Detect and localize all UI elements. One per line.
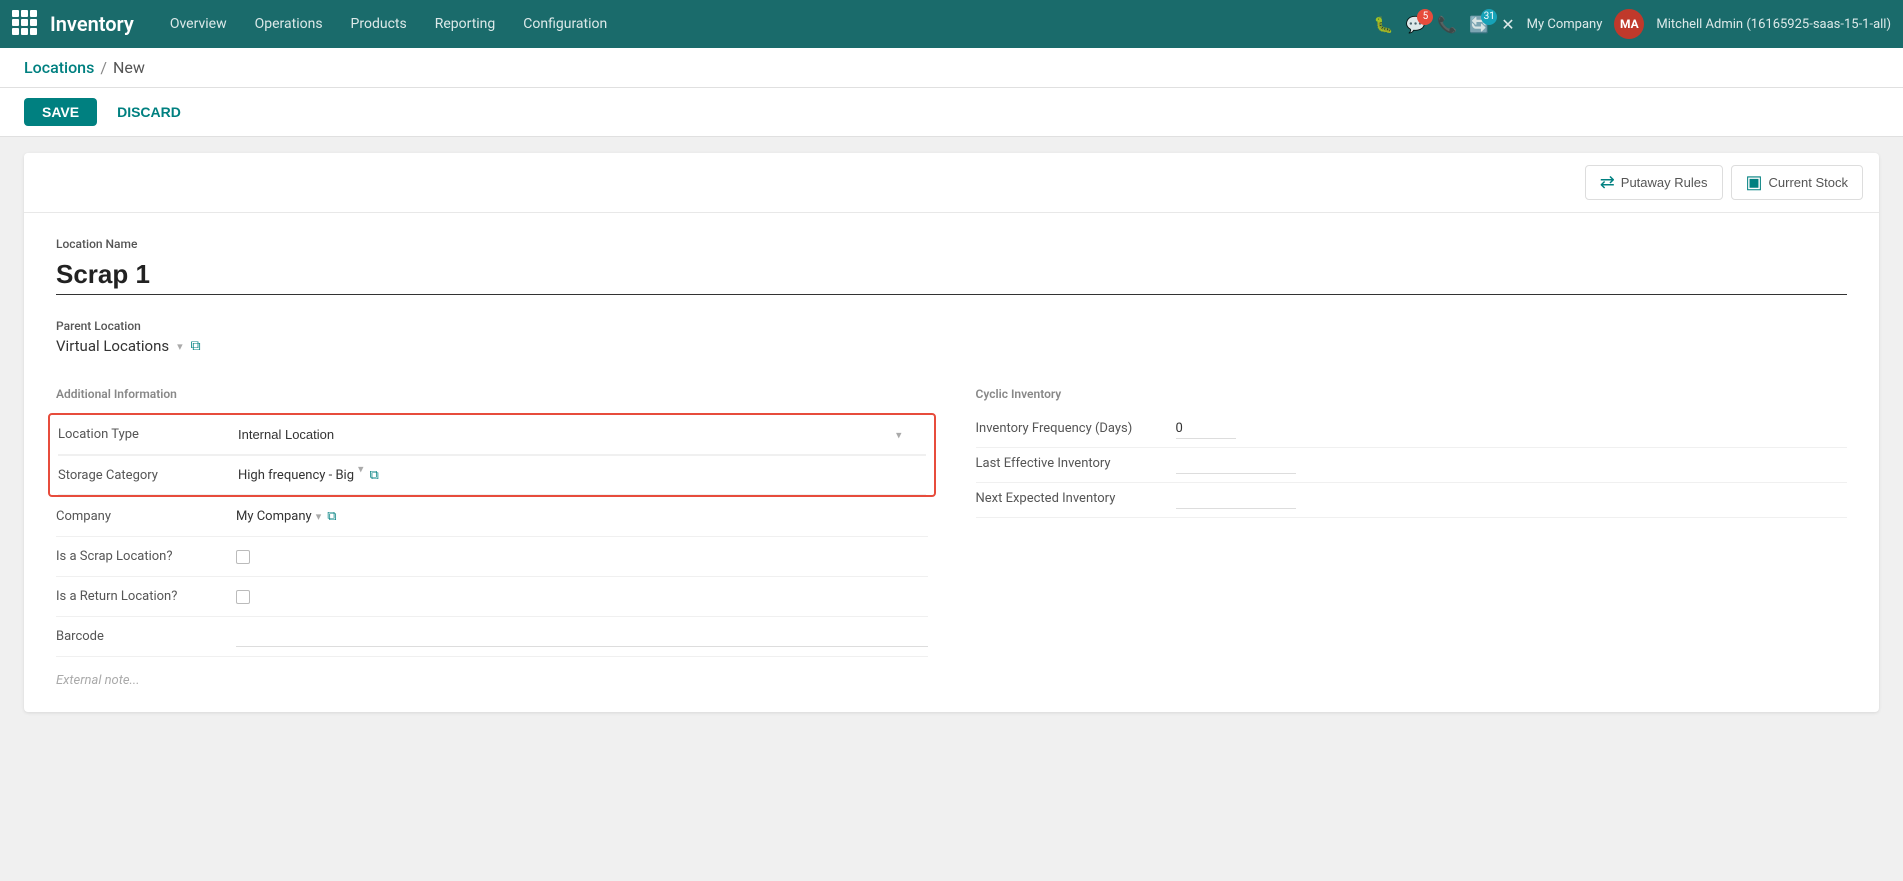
nav-operations[interactable]: Operations (243, 10, 335, 38)
nav-right: 🐛 💬 5 📞 🔄 31 ✕ My Company MA Mitchell Ad… (1374, 9, 1891, 39)
parent-location-external-link-icon[interactable]: ⧉ (191, 338, 201, 354)
return-location-label: Is a Return Location? (56, 589, 236, 604)
form-body: Location Name Parent Location Virtual Lo… (24, 213, 1879, 712)
col-left: Additional Information Location Type Int… (56, 387, 928, 688)
last-effective-inventory-label: Last Effective Inventory (976, 456, 1176, 471)
inventory-frequency-value: 0 (1176, 421, 1236, 439)
refresh-badge: 31 (1481, 9, 1497, 25)
highlighted-fields-group: Location Type Internal Location View Rec… (48, 413, 936, 497)
storage-category-label: Storage Category (58, 468, 238, 483)
company-field: Company My Company ▾ ⧉ (56, 497, 928, 537)
current-stock-label: Current Stock (1769, 175, 1848, 190)
company-name[interactable]: My Company (1527, 17, 1603, 32)
company-external-link-icon[interactable]: ⧉ (327, 509, 336, 524)
barcode-label: Barcode (56, 629, 236, 644)
nav-menu: Overview Operations Products Reporting C… (158, 10, 1374, 38)
additional-info-title: Additional Information (56, 387, 928, 401)
scrap-location-label: Is a Scrap Location? (56, 549, 236, 564)
form-card: ⇄ Putaway Rules ▣ Current Stock Location… (24, 153, 1879, 712)
next-expected-inventory-field: Next Expected Inventory (976, 483, 1848, 518)
location-type-field: Location Type Internal Location View Rec… (58, 415, 926, 455)
location-type-select[interactable]: Internal Location View Reception Storage… (238, 425, 926, 444)
user-name[interactable]: Mitchell Admin (16165925-saas-15-1-all) (1656, 17, 1891, 32)
location-type-select-wrapper: Internal Location View Reception Storage… (238, 425, 926, 444)
top-nav: Inventory Overview Operations Products R… (0, 0, 1903, 48)
breadcrumb-parent[interactable]: Locations (24, 58, 94, 77)
company-value[interactable]: My Company (236, 509, 312, 524)
inventory-frequency-label: Inventory Frequency (Days) (976, 421, 1176, 436)
breadcrumb-separator: / (100, 58, 107, 77)
return-location-checkbox[interactable] (236, 590, 250, 604)
parent-location-value: Virtual Locations ▾ ⧉ (56, 337, 1847, 355)
action-bar: SAVE DISCARD (0, 88, 1903, 137)
barcode-field: Barcode (56, 617, 928, 657)
current-stock-icon: ▣ (1746, 172, 1763, 193)
bug-icon[interactable]: 🐛 (1374, 15, 1394, 34)
scrap-location-field: Is a Scrap Location? (56, 537, 928, 577)
storage-category-select-wrapper: High frequency - Big ▾ ⧉ (238, 468, 926, 483)
app-brand[interactable]: Inventory (50, 12, 134, 36)
external-note-area[interactable]: External note... (56, 673, 928, 688)
col-right: Cyclic Inventory Inventory Frequency (Da… (976, 387, 1848, 688)
save-button[interactable]: SAVE (24, 98, 97, 126)
parent-location-label: Parent Location (56, 319, 1847, 333)
breadcrumb: Locations / New (0, 48, 1903, 88)
chat-icon[interactable]: 💬 5 (1406, 15, 1426, 34)
company-select-wrapper: My Company ▾ ⧉ (236, 509, 928, 524)
nav-overview[interactable]: Overview (158, 10, 239, 38)
putaway-rules-button[interactable]: ⇄ Putaway Rules (1585, 165, 1723, 200)
breadcrumb-current: New (113, 58, 145, 77)
location-name-input[interactable] (56, 255, 1847, 295)
grid-menu-icon[interactable] (12, 10, 40, 38)
putaway-rules-label: Putaway Rules (1621, 175, 1708, 190)
company-label: Company (56, 509, 236, 524)
location-name-section: Location Name (56, 237, 1847, 319)
storage-category-field: Storage Category High frequency - Big ▾ … (58, 455, 926, 495)
phone-icon[interactable]: 📞 (1437, 15, 1457, 34)
parent-location-section: Parent Location Virtual Locations ▾ ⧉ (56, 319, 1847, 355)
next-expected-inventory-label: Next Expected Inventory (976, 491, 1176, 506)
main-content: ⇄ Putaway Rules ▣ Current Stock Location… (0, 137, 1903, 728)
last-effective-inventory-value (1176, 456, 1296, 474)
putaway-rules-icon: ⇄ (1600, 172, 1615, 193)
cyclic-inventory-title: Cyclic Inventory (976, 387, 1848, 401)
parent-location-text[interactable]: Virtual Locations (56, 337, 169, 355)
company-arrow-icon: ▾ (316, 510, 322, 523)
scrap-location-checkbox[interactable] (236, 550, 250, 564)
nav-products[interactable]: Products (339, 10, 419, 38)
close-icon[interactable]: ✕ (1501, 15, 1514, 34)
refresh-icon[interactable]: 🔄 31 (1469, 15, 1489, 34)
two-col-layout: Additional Information Location Type Int… (56, 387, 1847, 688)
smart-buttons: ⇄ Putaway Rules ▣ Current Stock (24, 153, 1879, 213)
avatar[interactable]: MA (1614, 9, 1644, 39)
storage-category-value[interactable]: High frequency - Big (238, 468, 354, 483)
location-name-label: Location Name (56, 237, 1847, 251)
current-stock-button[interactable]: ▣ Current Stock (1731, 165, 1864, 200)
storage-category-arrow-icon: ▾ (358, 462, 364, 475)
last-effective-inventory-field: Last Effective Inventory (976, 448, 1848, 483)
chat-badge: 5 (1417, 9, 1433, 25)
next-expected-inventory-value (1176, 491, 1296, 509)
parent-location-dropdown-icon[interactable]: ▾ (177, 340, 183, 353)
inventory-frequency-field: Inventory Frequency (Days) 0 (976, 413, 1848, 448)
discard-button[interactable]: DISCARD (105, 98, 193, 126)
nav-configuration[interactable]: Configuration (511, 10, 619, 38)
barcode-input[interactable] (236, 627, 928, 647)
location-type-label: Location Type (58, 427, 238, 442)
storage-category-external-link-icon[interactable]: ⧉ (370, 468, 379, 483)
return-location-field: Is a Return Location? (56, 577, 928, 617)
nav-reporting[interactable]: Reporting (423, 10, 508, 38)
